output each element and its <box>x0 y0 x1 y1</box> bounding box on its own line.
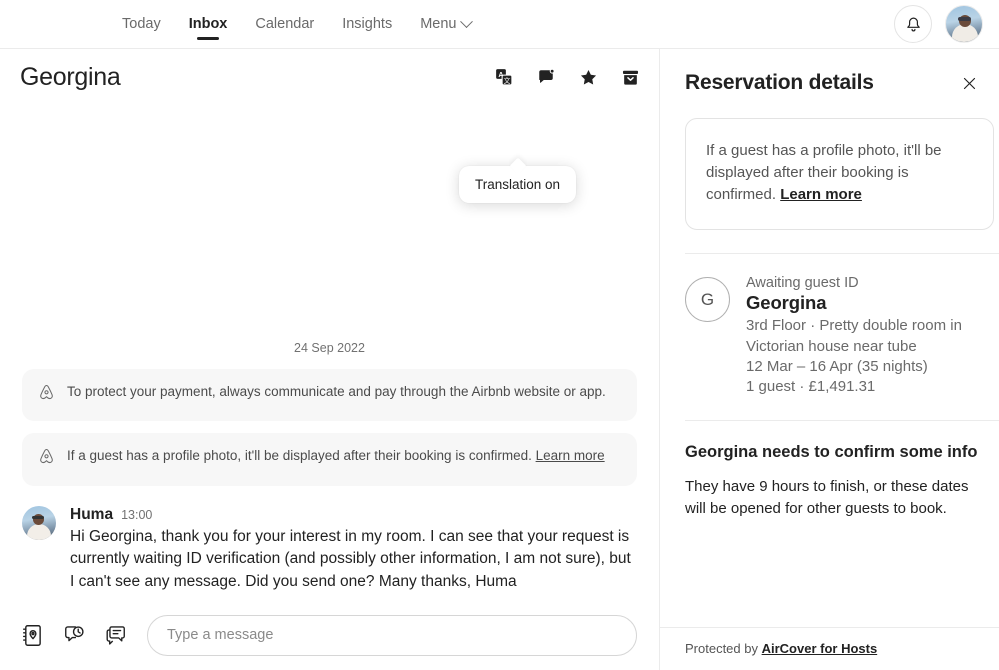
confirmation-text: They have 9 hours to finish, or these da… <box>685 478 969 517</box>
guest-avatar-initial: G <box>685 277 730 323</box>
nav-item-calendar[interactable]: Calendar <box>241 0 328 49</box>
confirmation-title: Georgina needs to confirm some info <box>685 443 978 462</box>
message-sender-name: Huma <box>70 505 114 523</box>
avatar-sunglasses-shape <box>32 515 44 520</box>
system-message-profile-photo: If a guest has a profile photo, it'll be… <box>22 433 637 486</box>
message-bubble-icon[interactable] <box>536 67 556 87</box>
details-header: Reservation details <box>660 49 999 95</box>
message-composer <box>0 608 659 670</box>
details-title: Reservation details <box>685 71 874 94</box>
system-message-payment-protection: To protect your payment, always communic… <box>22 369 637 422</box>
nav-right-actions <box>894 5 983 43</box>
learn-more-link[interactable]: Learn more <box>536 448 605 463</box>
aircover-link[interactable]: AirCover for Hosts <box>762 641 878 656</box>
thread-title: Georgina <box>20 62 121 91</box>
notifications-button[interactable] <box>894 5 932 43</box>
message-item: Huma 13:00 Hi Georgina, thank you for yo… <box>0 498 659 598</box>
star-icon[interactable] <box>578 67 598 87</box>
airbnb-belo-icon <box>38 448 55 471</box>
system-message-text: To protect your payment, always communic… <box>67 384 606 400</box>
translate-icon[interactable]: A 文 <box>494 67 514 87</box>
profile-photo-note-card: If a guest has a profile photo, it'll be… <box>685 118 994 231</box>
bell-icon <box>906 17 920 31</box>
message-text: Hi Georgina, thank you for your interest… <box>70 527 631 591</box>
svg-text:文: 文 <box>504 76 511 85</box>
reservation-details-panel: Reservation details If a guest has a pro… <box>659 49 999 670</box>
avatar-body-shape <box>27 523 51 540</box>
message-content: Huma 13:00 Hi Georgina, thank you for yo… <box>70 506 637 594</box>
thread-header: Georgina A 文 <box>0 49 659 105</box>
profile-avatar[interactable] <box>945 5 983 43</box>
reservation-dates: 12 Mar – 16 Apr (35 nights) <box>746 357 928 375</box>
system-message-text: If a guest has a profile photo, it'll be… <box>67 448 536 464</box>
scheduled-message-icon[interactable] <box>63 624 85 646</box>
primary-nav-links: Today Inbox Calendar Insights Menu <box>108 0 485 49</box>
details-body: If a guest has a profile photo, it'll be… <box>660 95 999 627</box>
airbnb-belo-icon <box>38 384 55 407</box>
nav-item-inbox[interactable]: Inbox <box>175 0 242 49</box>
date-separator: 24 Sep 2022 <box>294 341 365 356</box>
message-sender-avatar[interactable] <box>22 505 56 540</box>
message-timestamp: 13:00 <box>121 507 153 522</box>
guest-count-and-price: 1 guest · £1,491.31 <box>746 378 876 395</box>
note-card-learn-more-link[interactable]: Learn more <box>780 186 862 203</box>
message-thread-panel: Georgina A 文 Translation on 24 Sep 2022 … <box>0 49 659 670</box>
thread-action-buttons: A 文 <box>494 67 640 87</box>
guest-status-text: Awaiting guest ID <box>746 275 859 292</box>
guidebook-icon[interactable] <box>22 624 43 647</box>
nav-menu-label: Menu <box>420 16 457 32</box>
aircover-prefix: Protected by <box>685 641 762 656</box>
close-icon[interactable] <box>957 71 981 95</box>
nav-item-insights[interactable]: Insights <box>328 0 406 49</box>
guest-info: Awaiting guest ID Georgina 3rd Floor · P… <box>746 275 987 397</box>
guest-name: Georgina <box>746 292 827 314</box>
chevron-down-icon <box>460 14 474 28</box>
message-input[interactable] <box>147 614 637 656</box>
airbnb-host-inbox-page: Today Inbox Calendar Insights Menu Georg… <box>0 0 999 670</box>
archive-icon[interactable] <box>620 67 640 87</box>
nav-item-today[interactable]: Today <box>108 0 175 49</box>
translation-tooltip: Translation on <box>459 166 577 203</box>
avatar-sunglasses-shape <box>958 17 971 21</box>
quick-replies-icon[interactable] <box>105 624 127 646</box>
system-message-wrapper: If a guest has a profile photo, it'll be… <box>67 447 605 465</box>
confirmation-notice: Georgina needs to confirm some info They… <box>660 421 999 519</box>
main-content-split: Georgina A 文 Translation on 24 Sep 2022 … <box>0 49 999 670</box>
message-meta: Huma 13:00 <box>70 506 637 524</box>
listing-name: 3rd Floor · Pretty double room in Victor… <box>746 317 962 355</box>
nav-item-menu[interactable]: Menu <box>406 0 485 49</box>
aircover-footer: Protected by AirCover for Hosts <box>660 627 999 670</box>
top-navigation-bar: Today Inbox Calendar Insights Menu <box>0 0 999 49</box>
guest-summary: G Awaiting guest ID Georgina 3rd Floor ·… <box>660 254 999 397</box>
